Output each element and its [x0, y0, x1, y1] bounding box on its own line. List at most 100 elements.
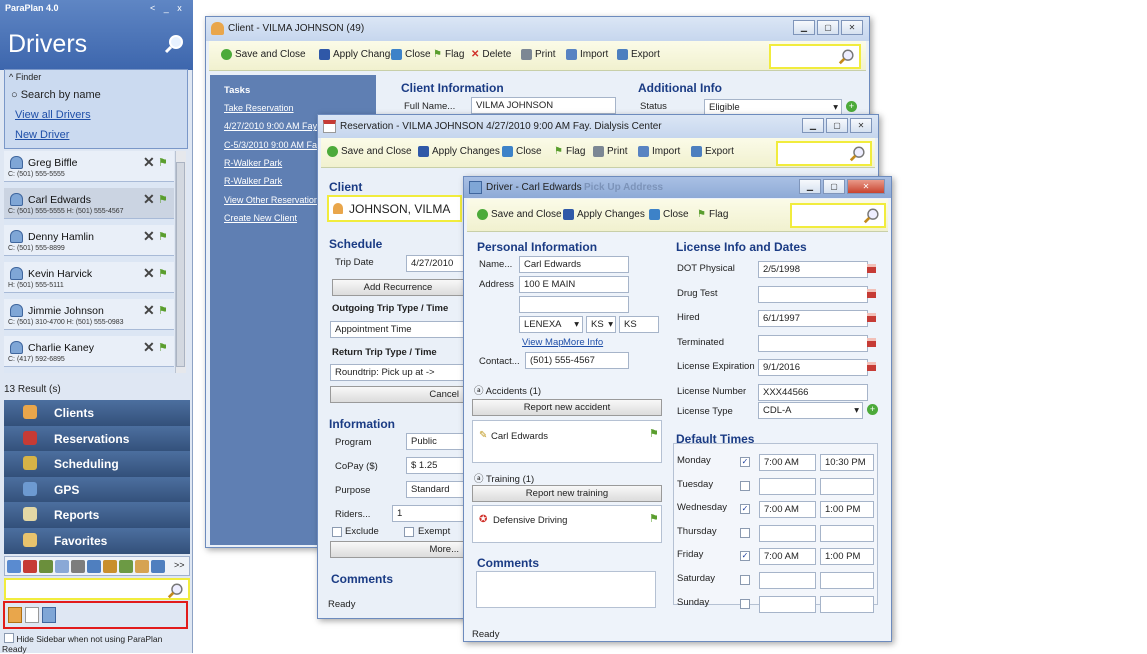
flag-button[interactable]: ⚑ Flag — [697, 209, 728, 220]
favorite-shortcut-icon[interactable] — [55, 560, 69, 573]
end-time-field[interactable] — [820, 595, 874, 613]
task-link[interactable]: View Other Reservations — [224, 195, 323, 205]
search-by-name-option[interactable]: ○ Search by name — [11, 89, 101, 101]
import-button[interactable]: Import — [566, 49, 608, 60]
view-map-link[interactable]: View Map — [522, 337, 564, 348]
day-checkbox[interactable] — [740, 527, 750, 538]
training-item[interactable]: Defensive Driving — [493, 515, 567, 526]
address-line1-field[interactable]: 100 E MAIN — [519, 276, 629, 293]
start-time-field[interactable] — [759, 524, 816, 542]
task-link[interactable]: C-5/3/2010 9:00 AM Fay — [224, 140, 322, 150]
finder-label[interactable]: ^ Finder — [9, 72, 41, 82]
view-all-drivers-link[interactable]: View all Drivers — [15, 109, 91, 121]
minimize-button[interactable]: ▁ — [802, 118, 824, 133]
zip-value[interactable]: KS — [619, 316, 659, 333]
nav-favorites[interactable]: Favorites — [4, 527, 190, 554]
calendar-icon[interactable] — [867, 337, 876, 347]
nav-clients[interactable]: Clients — [4, 400, 190, 426]
license-type-select[interactable]: CDL-A ▾ — [758, 402, 863, 419]
add-recurrence-button[interactable]: Add Recurrence — [332, 279, 464, 296]
nav-reports[interactable]: Reports — [4, 502, 190, 528]
print-button[interactable]: Print — [593, 146, 628, 157]
delete-icon[interactable]: ✕ — [143, 154, 155, 171]
more-info-link[interactable]: More Info — [563, 337, 603, 348]
search-icon[interactable] — [863, 207, 881, 225]
more-button[interactable]: More... — [330, 541, 464, 558]
driver-list-item[interactable]: Charlie Kaney C: (417) 592-6895 ✕ ⚑ — [4, 336, 174, 367]
address-line2-field[interactable] — [519, 296, 629, 313]
scrollbar-thumb[interactable] — [176, 162, 185, 367]
name-label[interactable]: Name... — [479, 259, 512, 270]
accidents-toggle[interactable]: ⓐ Accidents (1) — [474, 383, 541, 397]
flag-icon[interactable]: ⚑ — [649, 512, 659, 525]
client-window-titlebar[interactable]: Client - VILMA JOHNSON (49) ▁ ▢ ✕ — [206, 17, 869, 41]
close-button[interactable]: ✕ — [850, 118, 872, 133]
search-icon[interactable] — [838, 48, 856, 66]
return-trip-select[interactable]: Roundtrip: Pick up at -> — [330, 364, 464, 381]
nav-reservations[interactable]: Reservations — [4, 425, 190, 452]
delete-icon[interactable]: ✕ — [143, 265, 155, 282]
sidebar-window-controls[interactable]: < _ x — [150, 3, 185, 13]
calendar-icon[interactable] — [867, 313, 876, 322]
save-close-button[interactable]: Save and Close — [221, 49, 306, 60]
delete-icon[interactable]: ✕ — [143, 191, 155, 208]
search-icon[interactable] — [164, 34, 184, 54]
save-close-button[interactable]: Save and Close — [477, 209, 562, 220]
favorite-shortcut-icon[interactable] — [7, 560, 21, 573]
full-name-label[interactable]: Full Name... — [404, 101, 455, 112]
iconbar-more-button[interactable]: >> — [174, 560, 185, 570]
nav-gps[interactable]: GPS — [4, 476, 190, 503]
close-toolbar-button[interactable]: Close — [391, 49, 431, 60]
driver-list-item[interactable]: Jimmie Johnson C: (501) 310-4700 H: (501)… — [4, 299, 174, 330]
day-checkbox[interactable]: ✓ — [740, 504, 750, 515]
favorite-shortcut-icon[interactable] — [23, 560, 37, 573]
maximize-button[interactable]: ▢ — [826, 118, 848, 133]
task-link[interactable]: R-Walker Park — [224, 176, 282, 186]
export-button[interactable]: Export — [617, 49, 660, 60]
favorite-shortcut-icon[interactable] — [71, 560, 85, 573]
favorite-shortcut-icon[interactable] — [151, 560, 165, 573]
end-time-field[interactable]: 10:30 PM — [820, 454, 874, 471]
start-time-field[interactable]: 7:00 AM — [759, 501, 816, 519]
new-driver-link[interactable]: New Driver — [15, 129, 69, 141]
delete-button[interactable]: ✕ Delete — [471, 49, 511, 60]
accident-item[interactable]: Carl Edwards — [491, 431, 548, 442]
reservation-search-input[interactable] — [776, 141, 872, 166]
flag-button[interactable]: ⚑ Flag — [433, 49, 464, 60]
add-icon[interactable]: + — [846, 101, 857, 112]
delete-icon[interactable]: ✕ — [143, 339, 155, 356]
end-time-field[interactable] — [820, 572, 874, 589]
flag-icon[interactable]: ⚑ — [158, 230, 168, 243]
program-select[interactable]: Public — [406, 433, 466, 450]
exempt-checkbox[interactable] — [404, 527, 414, 537]
calendar-icon[interactable] — [25, 607, 39, 623]
maximize-button[interactable]: ▢ — [823, 179, 845, 194]
driver-name[interactable]: Carl Edwards — [28, 194, 91, 206]
driver-list-item[interactable]: Denny Hamlin C: (501) 555-8899 ✕ ⚑ — [4, 225, 174, 256]
day-checkbox[interactable] — [740, 598, 750, 609]
add-icon[interactable]: + — [867, 404, 878, 415]
driver-icon[interactable] — [42, 607, 56, 623]
contact-field[interactable]: (501) 555-4567 — [525, 352, 629, 369]
favorite-shortcut-icon[interactable] — [87, 560, 101, 573]
license-field-num[interactable]: XXX44566 — [758, 383, 868, 401]
task-link[interactable]: Take Reservation — [224, 103, 294, 113]
client-name-field[interactable]: JOHNSON, VILMA — [327, 195, 462, 222]
driver-name[interactable]: Greg Biffle — [28, 157, 77, 169]
driver-name[interactable]: Charlie Kaney — [28, 342, 94, 354]
search-icon[interactable] — [167, 582, 185, 600]
flag-icon[interactable]: ⚑ — [649, 427, 659, 440]
task-link[interactable]: R-Walker Park — [224, 158, 282, 168]
start-time-field[interactable]: 7:00 AM — [759, 548, 816, 566]
client-icon[interactable] — [8, 607, 22, 623]
calendar-icon[interactable] — [867, 362, 876, 371]
export-button[interactable]: Export — [691, 146, 734, 157]
hide-sidebar-option[interactable]: Hide Sidebar when not using ParaPlan — [4, 632, 162, 644]
cancel-button[interactable]: Cancel — [330, 386, 464, 403]
contact-label[interactable]: Contact... — [479, 356, 520, 367]
apply-changes-button[interactable]: Apply Changes — [418, 146, 500, 157]
driver-name[interactable]: Jimmie Johnson — [28, 305, 104, 317]
driver-name[interactable]: Denny Hamlin — [28, 231, 94, 243]
reservation-window-titlebar[interactable]: Reservation - VILMA JOHNSON 4/27/2010 9:… — [318, 115, 878, 138]
day-checkbox[interactable]: ✓ — [740, 457, 750, 467]
